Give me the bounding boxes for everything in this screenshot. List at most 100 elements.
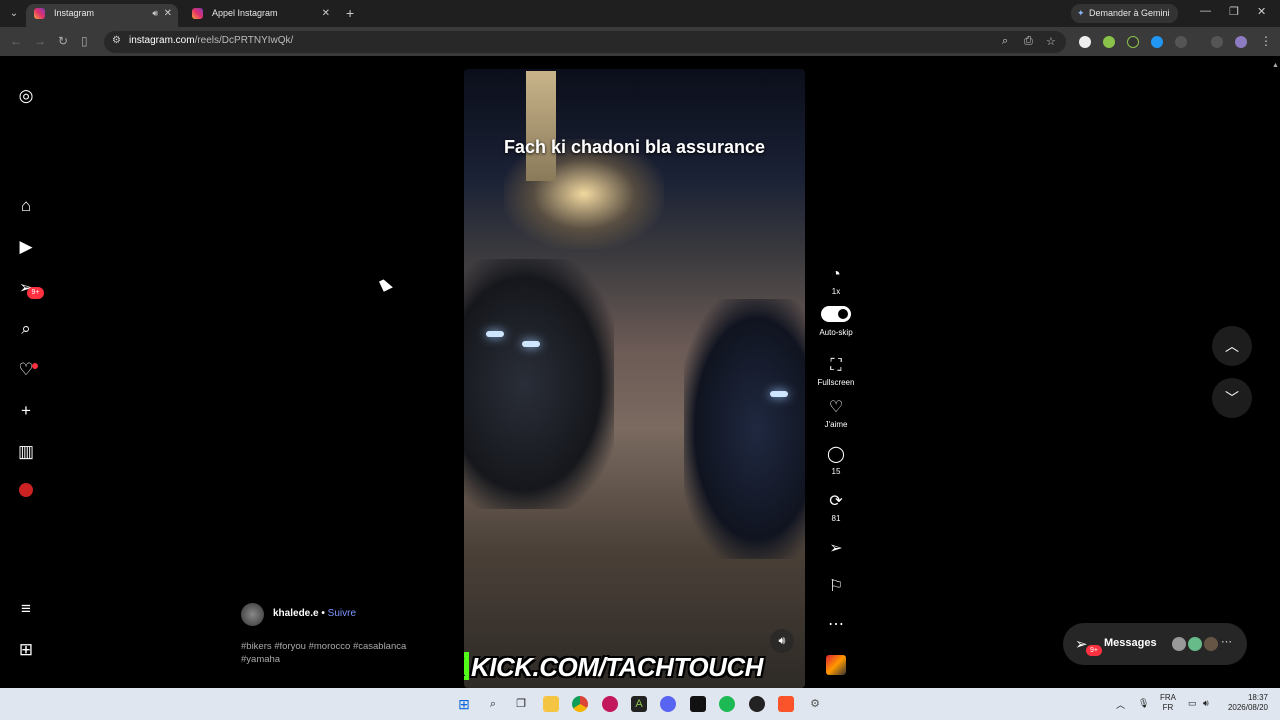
back-arrow-icon[interactable]: ← (10, 34, 22, 48)
dashboard-chart-icon[interactable]: ▥ (16, 442, 36, 462)
send-paper-plane-icon: ➢ (829, 540, 843, 557)
ask-gemini-button[interactable]: ✦ Demander à Gemini (1071, 4, 1178, 23)
minaret-image (526, 71, 556, 181)
share-button[interactable]: ➢ (812, 539, 860, 559)
kick-logo-letter: K (464, 652, 469, 682)
also-from-meta-icon[interactable]: ⊞ (16, 640, 36, 660)
zoom-icon[interactable]: ⌕ (1002, 35, 1008, 48)
playback-speed-button[interactable]: ◔ 1x (812, 265, 860, 296)
speaker-icon[interactable]: 🔊︎ (152, 4, 158, 23)
volume-icon[interactable]: 🔊︎ (1203, 698, 1209, 709)
bookmark-icon: ⚐ (828, 578, 844, 595)
microphone-icon[interactable]: 🎙︎ (1138, 698, 1149, 709)
save-button[interactable]: ⚐ (812, 577, 860, 597)
like-button[interactable]: ♡ J'aime (812, 398, 860, 429)
comment-bubble-icon: ◯ (827, 446, 845, 463)
profile-avatar[interactable] (1235, 36, 1247, 48)
capcut-icon[interactable] (690, 696, 706, 712)
reel-hashtags[interactable]: #bikers #foryou #morocco #casablanca #ya… (241, 640, 431, 666)
create-plus-icon[interactable]: + (16, 401, 36, 421)
instagram-logo-icon[interactable]: ◎ (16, 86, 36, 106)
reading-list-icon[interactable] (1211, 36, 1223, 48)
system-clock[interactable]: 18:37 2026/08/20 (1226, 693, 1268, 713)
home-icon[interactable]: ⌂ (16, 196, 36, 216)
minimize-icon[interactable]: — (1200, 5, 1211, 17)
kick-url: KICK.COM/TACHTOUCH (471, 652, 763, 682)
close-tab-icon[interactable]: ✕ (322, 4, 330, 23)
extension-icon[interactable] (1079, 36, 1091, 48)
clock-date: 2026/08/20 (1227, 703, 1268, 712)
browser-toolbar: ← → ↻ ▯ ⚙ instagram.com/reels/DcPRTNYIwQ… (0, 27, 1280, 57)
chevron-down-icon: ﹀ (1225, 390, 1239, 406)
author-username[interactable]: khalede.e (273, 608, 319, 619)
clock-time: 18:37 (1247, 693, 1268, 702)
extension-icon[interactable] (1103, 36, 1115, 48)
next-reel-button[interactable]: ﹀ (1212, 378, 1252, 418)
repost-button[interactable]: ⟳ 81 (812, 492, 860, 523)
author-avatar[interactable] (241, 603, 264, 626)
reel-video[interactable]: Fach ki chadoni bla assurance 🔊︎ KKICK.C… (464, 69, 805, 688)
reload-icon[interactable]: ↻ (58, 34, 68, 48)
language-indicator[interactable]: FRA FR (1160, 693, 1176, 713)
address-bar[interactable]: ⚙ instagram.com/reels/DcPRTNYIwQk/ ⌕ ⎙ ☆ (104, 31, 1066, 53)
headlight (522, 341, 540, 347)
settings-gear-icon[interactable]: ⚙ (807, 696, 823, 712)
reposts-count: 81 (831, 514, 841, 523)
chrome-icon[interactable] (572, 696, 588, 712)
close-tab-icon[interactable]: ✕ (164, 4, 172, 23)
spotify-icon[interactable] (719, 696, 735, 712)
comment-button[interactable]: ◯ 15 (812, 445, 860, 476)
extensions-puzzle-icon[interactable] (1175, 36, 1187, 48)
follow-button[interactable]: Suivre (328, 608, 356, 619)
kick-watermark: KKICK.COM/TACHTOUCH (464, 652, 803, 682)
contact-avatar (1187, 636, 1203, 652)
repost-icon: ⟳ (829, 493, 843, 510)
site-info-icon[interactable]: ⚙ (112, 35, 121, 46)
contact-avatar (1203, 636, 1219, 652)
more-options-button[interactable]: ⋯ (812, 615, 860, 635)
install-app-icon[interactable]: ⎙ (1024, 35, 1033, 48)
reels-icon[interactable]: ▶ (16, 237, 36, 257)
task-view-icon[interactable]: ❐ (513, 696, 529, 712)
app-icon[interactable] (602, 696, 618, 712)
extension-icon[interactable] (1151, 36, 1163, 48)
toggle-switch-icon (821, 306, 851, 322)
tab-instagram[interactable]: Instagram 🔊︎ ✕ (26, 4, 178, 27)
app-icon[interactable]: A (631, 696, 647, 712)
restore-icon[interactable]: ❐ (1229, 5, 1239, 18)
messages-button[interactable]: ➢ 9+ Messages ⋯ (1063, 623, 1247, 665)
url-text: instagram.com/reels/DcPRTNYIwQk/ (129, 35, 294, 46)
audio-thumbnail[interactable] (826, 655, 846, 675)
search-icon[interactable]: ⌕ (485, 696, 501, 712)
search-icon[interactable]: ⌕ (16, 319, 36, 339)
chevron-up-icon: ︿ (1225, 338, 1239, 354)
close-window-icon[interactable]: ✕ (1257, 5, 1266, 18)
volume-icon[interactable]: 🔊︎ (770, 629, 794, 653)
bookmark-star-icon[interactable]: ☆ (1046, 35, 1056, 48)
instagram-reels-page: ▲ ◎ ⌂ ▶ ➢ 9+ ⌕ ♡ + ▥ ≡ ⊞ Fach ki chadoni… (0, 58, 1280, 688)
previous-reel-button[interactable]: ︿ (1212, 326, 1252, 366)
fullscreen-button[interactable]: ⛶ Fullscreen (812, 356, 860, 387)
scroll-up-arrow-icon[interactable]: ▲ (1272, 62, 1279, 74)
more-menu-icon[interactable]: ≡ (16, 599, 36, 619)
brave-icon[interactable] (778, 696, 794, 712)
tray-chevron-up-icon[interactable]: ︿ (1116, 698, 1125, 711)
new-tab-plus-icon[interactable]: + (346, 5, 354, 21)
tab-search-chevron-icon[interactable]: ⌄ (6, 6, 22, 22)
motorcycle-right-image (684, 299, 805, 559)
app-icon[interactable] (749, 696, 765, 712)
menu-kebab-icon[interactable]: ⋮ (1260, 34, 1272, 48)
file-explorer-icon[interactable] (543, 696, 559, 712)
discord-icon[interactable] (660, 696, 676, 712)
profile-avatar[interactable] (16, 483, 36, 503)
instagram-favicon-icon (192, 8, 203, 19)
forward-arrow-icon[interactable]: → (34, 34, 46, 48)
windows-start-icon[interactable]: ⊞ (456, 696, 472, 712)
extension-icon[interactable] (1127, 36, 1139, 48)
autoskip-toggle[interactable]: Auto-skip (812, 306, 860, 337)
tab-appel-instagram[interactable]: Appel Instagram ✕ (184, 4, 336, 27)
motorcycle-left-image (464, 259, 614, 509)
network-icon[interactable]: ▭ (1188, 698, 1197, 709)
language-code: FRA (1160, 693, 1176, 702)
side-panel-icon[interactable]: ▯ (81, 34, 88, 48)
